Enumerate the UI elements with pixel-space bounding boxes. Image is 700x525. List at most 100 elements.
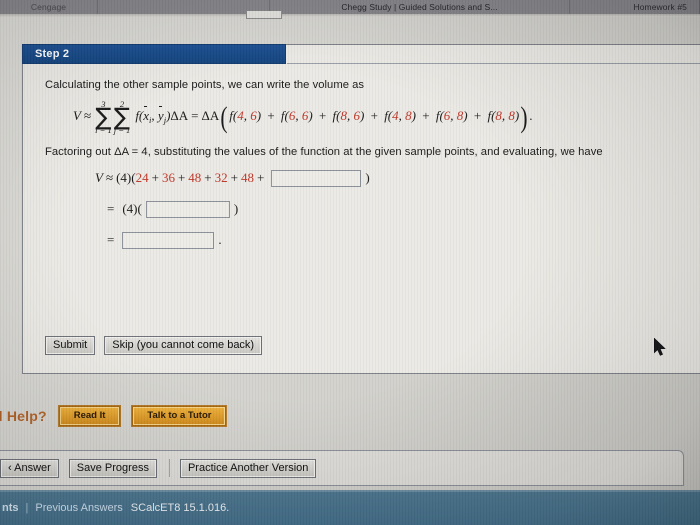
plus-sign: + bbox=[473, 108, 482, 124]
summand-delta-a: ΔA bbox=[170, 107, 189, 123]
assignment-footer: nts | Previous Answers SCalcET8 15.1.016… bbox=[0, 490, 700, 525]
equation-double-sum: V ≈ 3 ∑ i = 1 2 ∑ j = 1 f(xi, yj)ΔA = ΔA bbox=[73, 99, 533, 136]
eq1-period: . bbox=[529, 108, 533, 124]
eq4-period: . bbox=[218, 232, 222, 248]
eq1-equals: = bbox=[191, 108, 199, 124]
action-bar-divider bbox=[168, 459, 170, 477]
f-term-x: 8 bbox=[495, 108, 502, 124]
f-term: f(6, 8) bbox=[435, 108, 468, 124]
step-header-rule bbox=[287, 63, 700, 64]
eq2-factor: (4)( bbox=[116, 170, 136, 186]
eq1-delta-a: ΔA bbox=[201, 108, 220, 124]
f-term-y: 8 bbox=[456, 108, 464, 124]
active-tab-indicator bbox=[246, 11, 282, 19]
f-term-x: 4 bbox=[237, 108, 244, 124]
plus-sign: + bbox=[370, 108, 378, 124]
step-action-row: Submit Skip (you cannot come back) bbox=[45, 336, 263, 355]
f-term: f(8, 6) bbox=[332, 108, 365, 124]
mouse-pointer-icon bbox=[654, 338, 666, 356]
answer-input-1[interactable] bbox=[271, 169, 362, 187]
need-help-label: d Help? bbox=[0, 408, 47, 424]
eq2-value: 48 bbox=[188, 170, 202, 186]
skip-button[interactable]: Skip (you cannot come back) bbox=[104, 336, 263, 355]
browser-tab-blank[interactable] bbox=[98, 0, 270, 14]
browser-tab-title: Homework #5 bbox=[633, 2, 687, 12]
screen-photo: Cengage Chegg Study | Guided Solutions a… bbox=[0, 0, 700, 525]
eq2-value: 48 bbox=[240, 170, 254, 186]
answer-input-2[interactable] bbox=[145, 200, 230, 218]
summand-y: y bbox=[157, 107, 164, 123]
answer-button[interactable]: ‹ Answer bbox=[0, 458, 59, 478]
plus-sign: + bbox=[318, 108, 327, 124]
plus-sign: + bbox=[177, 170, 186, 186]
f-term-y: 8 bbox=[508, 108, 515, 124]
assignments-link[interactable]: nts bbox=[2, 502, 19, 514]
save-progress-button[interactable]: Save Progress bbox=[68, 458, 157, 478]
f-term-y: 8 bbox=[405, 108, 412, 124]
eq2-value: 24 bbox=[135, 170, 149, 186]
step-body: Calculating the other sample points, we … bbox=[23, 65, 700, 373]
browser-tab-strip: Cengage Chegg Study | Guided Solutions a… bbox=[0, 0, 700, 14]
summation-outer: 3 ∑ i = 1 bbox=[95, 100, 112, 135]
factoring-paragraph: Factoring out ΔA = 4, substituting the v… bbox=[45, 145, 603, 158]
answer-input-3[interactable] bbox=[122, 231, 215, 249]
step-card: Step 2 Calculating the other sample poin… bbox=[22, 44, 700, 374]
f-term: f(6, 6) bbox=[280, 108, 313, 124]
browser-tab-title: Chegg Study | Guided Solutions and S... bbox=[341, 2, 498, 12]
practice-another-version-button[interactable]: Practice Another Version bbox=[179, 458, 317, 478]
talk-to-a-tutor-button[interactable]: Talk to a Tutor bbox=[132, 406, 227, 426]
assignment-action-bar: ‹ Answer Save Progress Practice Another … bbox=[0, 450, 684, 486]
eq2-close-paren: ) bbox=[365, 170, 370, 186]
eq3-close-paren: ) bbox=[233, 201, 239, 217]
browser-tab-homework[interactable]: Homework #5 bbox=[570, 0, 700, 14]
eq2-approx: ≈ bbox=[105, 170, 114, 186]
submit-button[interactable]: Submit bbox=[45, 336, 96, 355]
eq3-equals: = bbox=[107, 201, 115, 217]
sum-lower-limit: i = 1 bbox=[95, 125, 112, 136]
f-term-y: 6 bbox=[301, 108, 309, 124]
intro-paragraph: Calculating the other sample points, we … bbox=[45, 79, 365, 91]
eq4-equals: = bbox=[107, 232, 115, 248]
step-header: Step 2 bbox=[22, 44, 286, 64]
eq1-f-terms: f(4, 6) + f(6, 6) + f(8, 6) + f(4, 8) + … bbox=[229, 108, 519, 124]
plus-sign: + bbox=[204, 170, 212, 186]
f-term-x: 6 bbox=[443, 108, 451, 124]
footer-separator: | bbox=[25, 501, 29, 514]
exercise-id-label: SCalcET8 15.1.016. bbox=[130, 501, 230, 514]
plus-sign: + bbox=[256, 170, 265, 186]
browser-tab-cengage[interactable]: Cengage bbox=[0, 0, 98, 14]
footer-top-edge bbox=[0, 490, 700, 492]
eq2-value: 32 bbox=[214, 170, 228, 186]
browser-tab-chegg[interactable]: Chegg Study | Guided Solutions and S... bbox=[270, 0, 570, 14]
f-term-x: 8 bbox=[340, 108, 348, 124]
step-header-label: Step 2 bbox=[35, 48, 70, 60]
need-help-row: d Help? Read It Talk to a Tutor bbox=[0, 405, 700, 427]
f-term-x: 6 bbox=[288, 108, 296, 124]
summand-x: x bbox=[143, 107, 150, 123]
summand-x-subscript: i bbox=[149, 114, 152, 125]
equation-final: = . bbox=[107, 231, 700, 249]
eq1-summand: f(xi, yj)ΔA bbox=[135, 107, 189, 125]
f-term-y: 6 bbox=[250, 108, 257, 124]
read-it-button[interactable]: Read It bbox=[58, 406, 121, 426]
sum-lower-limit: j = 1 bbox=[113, 125, 131, 136]
f-term: f(4, 8) bbox=[384, 108, 416, 124]
f-term: f(8, 8) bbox=[487, 108, 520, 124]
f-term-y: 6 bbox=[353, 108, 361, 124]
plus-sign: + bbox=[422, 108, 430, 124]
plus-sign: + bbox=[267, 108, 275, 124]
equation-partial-sum: = (4)( ) bbox=[107, 200, 700, 218]
browser-tab-title: Cengage bbox=[30, 2, 67, 12]
summation-inner: 2 ∑ j = 1 bbox=[114, 100, 131, 135]
f-term: f(4, 6) bbox=[229, 108, 262, 124]
eq1-lhs: V bbox=[73, 108, 81, 124]
previous-answers-link[interactable]: Previous Answers bbox=[35, 502, 122, 514]
eq2-lhs: V bbox=[95, 170, 103, 186]
equation-substituted: V ≈ (4)( 24 + 36 + 48 + 32 + 48 + ) bbox=[95, 169, 700, 187]
tab-strip-shadow bbox=[0, 14, 700, 17]
summand-y-subscript: j bbox=[163, 114, 167, 125]
plus-sign: + bbox=[230, 170, 238, 186]
eq3-factor: (4)( bbox=[122, 201, 142, 217]
eq2-value: 36 bbox=[161, 170, 175, 186]
eq1-approx: ≈ bbox=[83, 108, 92, 124]
